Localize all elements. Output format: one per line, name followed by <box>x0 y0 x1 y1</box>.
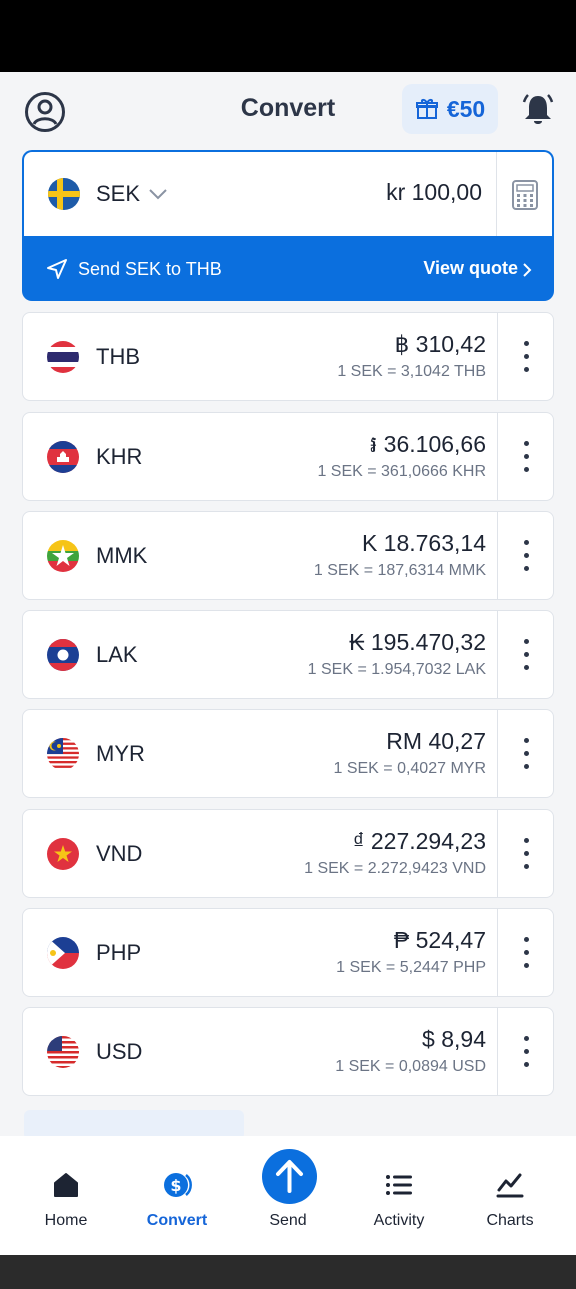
converted-amount: K 18.763,14 <box>361 530 486 556</box>
malaysia-flag-icon <box>47 738 79 770</box>
currency-code: VND <box>96 841 143 866</box>
base-currency-input[interactable]: SEK kr 100,00 <box>24 152 552 236</box>
converted-amount: RM 40,27 <box>386 728 486 754</box>
more-options-icon[interactable] <box>498 413 554 500</box>
bell-icon[interactable] <box>520 92 556 128</box>
gift-icon <box>415 99 438 119</box>
nav-activity[interactable]: Activity <box>344 1136 454 1255</box>
currency-code: KHR <box>96 444 143 469</box>
more-options-icon[interactable] <box>498 1008 554 1095</box>
currency-convert-icon: $ <box>164 1173 192 1197</box>
sweden-flag-icon <box>48 178 80 210</box>
list-icon <box>386 1175 412 1195</box>
more-options-icon[interactable] <box>498 512 554 599</box>
vietnam-flag-icon <box>47 838 79 870</box>
nav-label: Activity <box>373 1212 425 1229</box>
base-amount[interactable]: kr 100,00 <box>386 179 482 206</box>
base-currency-code: SEK <box>96 181 141 206</box>
more-options-icon[interactable] <box>498 710 554 797</box>
exchange-rate: 1 SEK = 1.954,7032 LAK <box>307 661 486 678</box>
converted-amount: ₭ 195.470,32 <box>349 629 486 655</box>
exchange-rate: 1 SEK = 0,0894 USD <box>335 1058 486 1075</box>
currency-row-php[interactable]: PHP ₱ 524,47 1 SEK = 5,2447 PHP <box>22 908 554 997</box>
currency-code: PHP <box>96 940 142 965</box>
currency-code: LAK <box>96 642 138 667</box>
home-icon <box>54 1173 78 1197</box>
bottom-navigation: Home $ Convert Send Activity Charts <box>0 1136 576 1255</box>
converted-amount: ₱ 524,47 <box>393 927 486 953</box>
divider <box>496 152 497 236</box>
nav-send[interactable]: Send <box>233 1136 343 1255</box>
thailand-flag-icon <box>47 341 79 373</box>
more-options-icon[interactable] <box>498 909 554 996</box>
promo-amount: €50 <box>446 95 486 122</box>
converted-amount: ₫ 227.294,23 <box>352 828 486 854</box>
currency-row-vnd[interactable]: VND ₫ 227.294,23 1 SEK = 2.272,9423 VND <box>22 809 554 898</box>
exchange-rate: 1 SEK = 0,4027 MYR <box>333 760 486 777</box>
currency-row-khr[interactable]: KHR ៛ 36.106,66 1 SEK = 361,0666 KHR <box>22 412 554 501</box>
app-header: Convert €50 <box>0 72 576 150</box>
nav-label: Send <box>269 1212 307 1229</box>
nav-label: Home <box>44 1212 88 1229</box>
arrow-up-icon <box>276 1160 303 1193</box>
currency-row-myr[interactable]: MYR RM 40,27 1 SEK = 0,4027 MYR <box>22 709 554 798</box>
currency-row-usd[interactable]: USD $ 8,94 1 SEK = 0,0894 USD <box>22 1007 554 1096</box>
nav-label: Convert <box>146 1212 208 1229</box>
chart-line-icon <box>496 1173 524 1198</box>
status-bar <box>0 0 576 72</box>
send-label: Send SEK to THB <box>78 259 222 279</box>
view-quote-link[interactable]: View quote <box>423 258 518 279</box>
converted-amount: $ 8,94 <box>422 1026 486 1052</box>
nav-charts[interactable]: Charts <box>455 1136 565 1255</box>
system-navigation-bar <box>0 1255 576 1289</box>
currency-code: THB <box>96 344 140 369</box>
send-quote-row[interactable]: Send SEK to THB View quote <box>22 236 554 301</box>
cambodia-flag-icon <box>47 441 79 473</box>
promo-button[interactable]: €50 <box>402 84 498 134</box>
chevron-down-icon[interactable] <box>148 188 168 200</box>
myanmar-flag-icon <box>47 540 79 572</box>
converted-amount: ៛ 36.106,66 <box>369 431 486 457</box>
currency-row-lak[interactable]: LAK ₭ 195.470,32 1 SEK = 1.954,7032 LAK <box>22 610 554 699</box>
converted-amount: ฿ 310,42 <box>394 331 486 357</box>
send-fab <box>262 1149 317 1204</box>
exchange-rate: 1 SEK = 361,0666 KHR <box>317 463 486 480</box>
exchange-rate: 1 SEK = 3,1042 THB <box>337 363 486 380</box>
currency-code: MYR <box>96 741 145 766</box>
calculator-icon[interactable] <box>512 180 538 210</box>
exchange-rate: 1 SEK = 187,6314 MMK <box>313 562 486 579</box>
nav-convert[interactable]: $ Convert <box>122 1136 232 1255</box>
svg-text:$: $ <box>170 1176 181 1195</box>
usa-flag-icon <box>47 1036 79 1068</box>
currency-row-thb[interactable]: THB ฿ 310,42 1 SEK = 3,1042 THB <box>22 312 554 401</box>
nav-label: Charts <box>486 1212 534 1229</box>
base-currency-card: SEK kr 100,00 Send SEK to THB View quote <box>22 150 554 301</box>
exchange-rate: 1 SEK = 5,2447 PHP <box>336 959 486 976</box>
more-options-icon[interactable] <box>498 611 554 698</box>
more-options-icon[interactable] <box>498 313 554 400</box>
chevron-right-icon <box>523 263 532 277</box>
philippines-flag-icon <box>47 937 79 969</box>
exchange-rate: 1 SEK = 2.272,9423 VND <box>304 860 486 877</box>
more-options-icon[interactable] <box>498 810 554 897</box>
currency-row-mmk[interactable]: MMK K 18.763,14 1 SEK = 187,6314 MMK <box>22 511 554 600</box>
nav-home[interactable]: Home <box>11 1136 121 1255</box>
currency-code: MMK <box>96 543 148 568</box>
laos-flag-icon <box>47 639 79 671</box>
currency-code: USD <box>96 1039 143 1064</box>
send-plane-icon <box>47 259 67 279</box>
